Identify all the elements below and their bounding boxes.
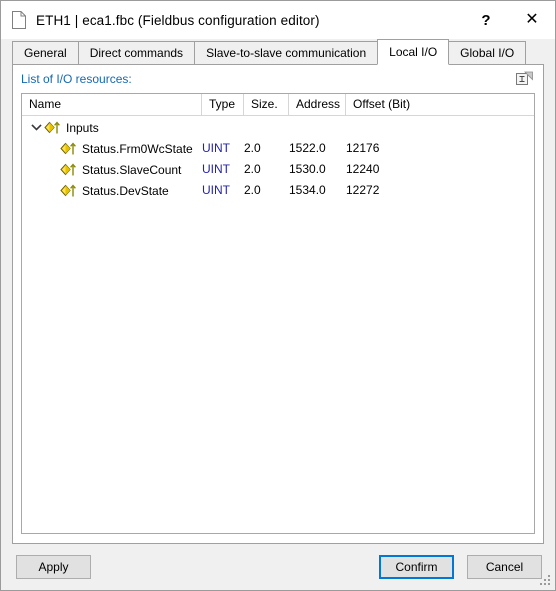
apply-button[interactable]: Apply <box>16 555 91 579</box>
window-title: ETH1 | eca1.fbc (Fieldbus configuration … <box>36 12 320 28</box>
local-io-panel: List of I/O resources: Name Type Size. A… <box>12 65 544 544</box>
chevron-down-icon[interactable] <box>28 120 44 136</box>
confirm-button[interactable]: Confirm <box>379 555 454 579</box>
group-label: Inputs <box>66 120 99 135</box>
row-name-cell: Status.DevState <box>22 180 202 201</box>
column-header-type[interactable]: Type <box>202 94 244 116</box>
tab-direct-commands[interactable]: Direct commands <box>77 41 196 65</box>
resize-grip-icon[interactable] <box>539 574 552 587</box>
column-header-address[interactable]: Address <box>289 94 346 116</box>
close-button[interactable]: ✕ <box>509 1 555 39</box>
row-address-cell: 1522.0 <box>289 141 326 155</box>
table-row[interactable]: Status.DevState UINT 2.0 1534.0 12272 <box>22 180 534 201</box>
row-label: Status.DevState <box>82 183 169 198</box>
row-offset-cell: 12240 <box>346 162 380 176</box>
group-name-cell: Inputs <box>22 117 202 138</box>
io-input-icon <box>60 163 77 177</box>
io-input-icon <box>44 121 61 135</box>
row-address-cell: 1534.0 <box>289 183 326 197</box>
fieldbus-configuration-editor-window: ETH1 | eca1.fbc (Fieldbus configuration … <box>0 0 556 591</box>
tab-general[interactable]: General <box>12 41 79 65</box>
io-resources-label: List of I/O resources: <box>21 72 132 86</box>
group-offset-cell <box>346 117 436 138</box>
row-name-cell: Status.Frm0WcState <box>22 138 202 159</box>
help-icon: ? <box>481 11 491 29</box>
tabstrip: General Direct commands Slave-to-slave c… <box>12 39 544 65</box>
tree-body: Inputs Status.Frm0WcState UINT 2.0 1522.… <box>22 116 534 533</box>
row-size-cell: 2.0 <box>244 162 261 176</box>
tab-global-io[interactable]: Global I/O <box>448 41 527 65</box>
row-type-cell: UINT <box>202 183 230 197</box>
row-size-cell: 2.0 <box>244 141 261 155</box>
dialog-footer: Apply Confirm Cancel <box>1 544 555 590</box>
column-header-size[interactable]: Size. <box>244 94 289 116</box>
export-document-icon[interactable] <box>516 71 534 88</box>
row-type-cell: UINT <box>202 141 230 155</box>
row-size-cell: 2.0 <box>244 183 261 197</box>
table-row[interactable]: Status.Frm0WcState UINT 2.0 1522.0 12176 <box>22 138 534 159</box>
tabstrip-container: General Direct commands Slave-to-slave c… <box>1 39 555 65</box>
row-name-cell: Status.SlaveCount <box>22 159 202 180</box>
io-resources-tree: Name Type Size. Address Offset (Bit) Inp… <box>21 93 535 534</box>
row-label: Status.SlaveCount <box>82 162 182 177</box>
document-icon <box>11 11 27 29</box>
tree-group-row-inputs[interactable]: Inputs <box>22 117 534 138</box>
tree-column-headers: Name Type Size. Address Offset (Bit) <box>22 94 534 116</box>
close-icon: ✕ <box>525 11 539 28</box>
tab-slave-to-slave-communication[interactable]: Slave-to-slave communication <box>194 41 379 65</box>
panel-header: List of I/O resources: <box>13 65 543 93</box>
group-address-cell <box>289 117 346 138</box>
cancel-button[interactable]: Cancel <box>467 555 542 579</box>
io-input-icon <box>60 142 77 156</box>
row-label: Status.Frm0WcState <box>82 141 193 156</box>
tab-local-io[interactable]: Local I/O <box>377 39 450 65</box>
help-button[interactable]: ? <box>463 1 509 39</box>
group-type-cell <box>202 117 244 138</box>
row-offset-cell: 12272 <box>346 183 380 197</box>
column-header-offset[interactable]: Offset (Bit) <box>346 94 436 116</box>
row-address-cell: 1530.0 <box>289 162 326 176</box>
title-bar: ETH1 | eca1.fbc (Fieldbus configuration … <box>1 1 555 39</box>
column-header-name[interactable]: Name <box>22 94 202 116</box>
io-input-icon <box>60 184 77 198</box>
table-row[interactable]: Status.SlaveCount UINT 2.0 1530.0 12240 <box>22 159 534 180</box>
group-size-cell <box>244 117 289 138</box>
row-type-cell: UINT <box>202 162 230 176</box>
row-offset-cell: 12176 <box>346 141 380 155</box>
